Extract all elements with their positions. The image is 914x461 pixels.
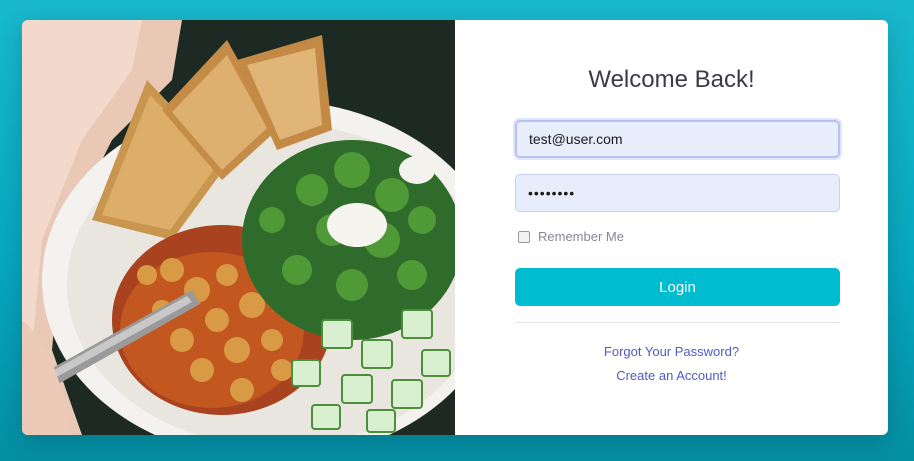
food-bowl-photo-icon <box>22 20 455 435</box>
remember-me-label: Remember Me <box>538 229 624 244</box>
page-title: Welcome Back! <box>588 66 755 93</box>
login-button[interactable]: Login <box>515 268 840 306</box>
login-form: Welcome Back! Remember Me Login Forgot Y… <box>455 20 888 435</box>
remember-me-checkbox[interactable] <box>518 230 530 243</box>
login-card: Welcome Back! Remember Me Login Forgot Y… <box>22 20 888 435</box>
create-account-link[interactable]: Create an Account! <box>455 368 888 383</box>
remember-me[interactable]: Remember Me <box>518 229 624 244</box>
forgot-password-link[interactable]: Forgot Your Password? <box>455 344 888 359</box>
email-field[interactable] <box>515 120 840 158</box>
password-field[interactable] <box>515 174 840 212</box>
divider <box>515 322 840 323</box>
hero-image <box>22 20 455 435</box>
